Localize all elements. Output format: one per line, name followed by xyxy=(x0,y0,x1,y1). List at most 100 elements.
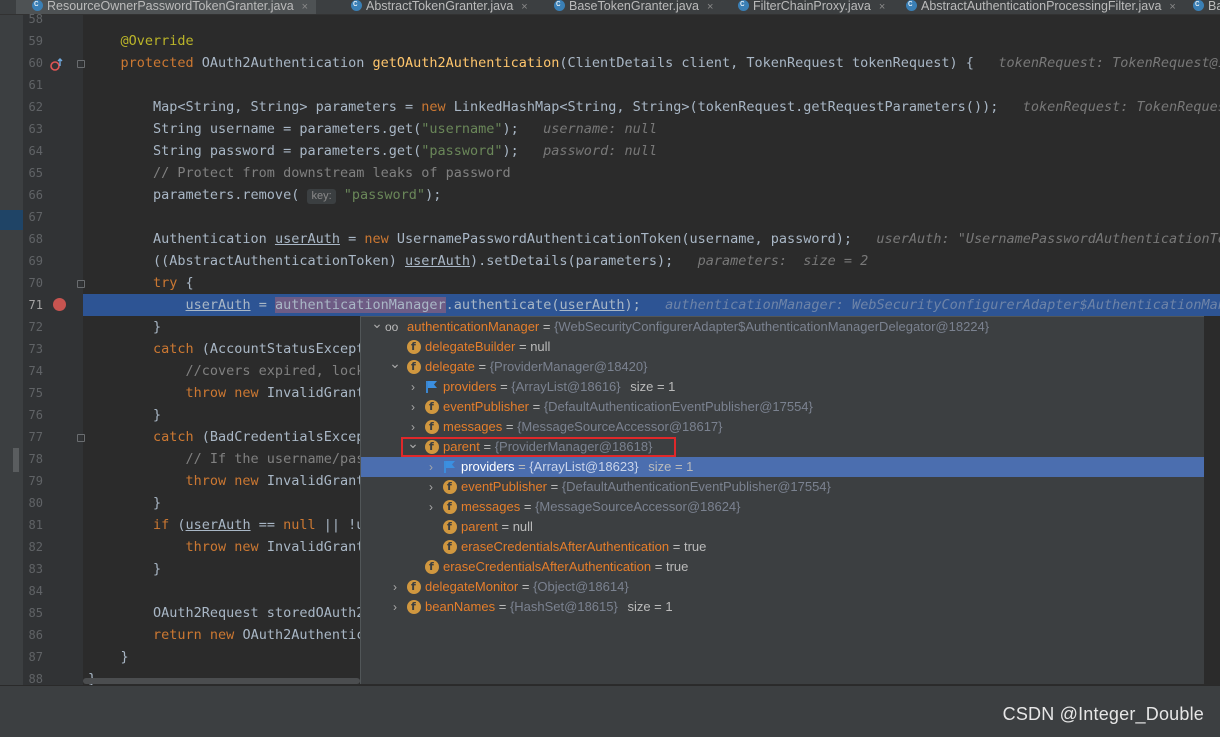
code-text: String password = parameters.get("passwo… xyxy=(88,143,657,159)
variable-name: messages xyxy=(443,419,503,434)
variable-name: providers xyxy=(443,379,497,394)
code-line[interactable]: 64 String password = parameters.get("pas… xyxy=(0,140,1220,162)
code-line[interactable]: 63 String username = parameters.get("use… xyxy=(0,118,1220,140)
code-text: } xyxy=(88,407,162,423)
line-number: 66 xyxy=(28,188,43,202)
code-line[interactable]: 61 xyxy=(0,74,1220,96)
code-line[interactable]: 60 protected OAuth2Authentication getOAu… xyxy=(0,52,1220,74)
line-number: 63 xyxy=(28,122,43,136)
code-line[interactable]: 65 // Protect from downstream leaks of p… xyxy=(0,162,1220,184)
code-text: throw new InvalidGrant xyxy=(88,473,365,489)
code-text: catch (AccountStatusExcept xyxy=(88,341,365,357)
chevron-down-icon[interactable]: ⌄ xyxy=(371,317,383,333)
chevron-right-icon[interactable]: › xyxy=(389,577,401,597)
debug-tree-node[interactable]: ⌄ delegate = {ProviderManager@18420} xyxy=(361,355,1204,377)
chevron-right-icon[interactable]: › xyxy=(407,397,419,417)
chevron-right-icon[interactable]: › xyxy=(425,457,437,477)
collection-size: size = 1 xyxy=(626,379,676,394)
equals-sign: = xyxy=(515,339,531,354)
debug-tree-node[interactable]: › providers = {ArrayList@18616} size = 1 xyxy=(361,377,1204,397)
variable-value: null xyxy=(512,519,533,534)
code-line[interactable]: 62 Map<String, String> parameters = new … xyxy=(0,96,1220,118)
code-text: try { xyxy=(88,275,194,291)
variable-name: providers xyxy=(461,459,515,474)
equals-sign: = xyxy=(529,399,544,414)
debug-tree-node[interactable]: parent = null xyxy=(361,517,1204,537)
code-line[interactable]: 68 Authentication userAuth = new Usernam… xyxy=(0,228,1220,250)
breakpoint-icon[interactable] xyxy=(53,298,66,311)
horizontal-scrollbar[interactable] xyxy=(83,678,360,684)
variable-value: {MessageSourceAccessor@18617} xyxy=(517,419,723,434)
debug-tree-node[interactable]: › eventPublisher = {DefaultAuthentication… xyxy=(361,397,1204,417)
debug-tree-node[interactable]: › providers = {ArrayList@18623} size = 1 xyxy=(361,457,1204,477)
field-icon xyxy=(407,577,421,597)
debug-tree-node[interactable]: delegateBuilder = null xyxy=(361,337,1204,357)
fold-icon[interactable] xyxy=(77,434,85,442)
line-number: 85 xyxy=(28,606,43,620)
code-line[interactable]: 66 parameters.remove( key: "password"); xyxy=(0,184,1220,206)
chevron-down-icon[interactable]: ⌄ xyxy=(389,353,401,373)
variable-value: null xyxy=(530,339,551,354)
code-text: String username = parameters.get("userna… xyxy=(88,121,657,137)
code-text: ((AbstractAuthenticationToken) userAuth)… xyxy=(88,253,869,269)
code-text: catch (BadCredentialsExcep xyxy=(88,429,365,445)
debug-node-text: eraseCredentialsAfterAuthentication = tr… xyxy=(443,557,688,577)
line-number: 80 xyxy=(28,496,43,510)
chevron-right-icon[interactable]: › xyxy=(425,477,437,497)
line-number: 84 xyxy=(28,584,43,598)
debug-tree-node[interactable]: › eventPublisher = {DefaultAuthentication… xyxy=(361,477,1204,497)
code-line[interactable]: 69 ((AbstractAuthenticationToken) userAu… xyxy=(0,250,1220,272)
watch-icon: oo xyxy=(385,320,399,334)
variable-value: {HashSet@18615} xyxy=(509,599,618,614)
line-number: 62 xyxy=(28,100,43,114)
debug-tree-node[interactable]: › delegateMonitor = {Object@18614} xyxy=(361,577,1204,597)
line-number: 74 xyxy=(28,364,43,378)
debug-tree-node[interactable]: ⌄ oo authenticationManager = {WebSecurityC… xyxy=(361,317,1204,337)
chevron-right-icon[interactable]: › xyxy=(389,597,401,617)
line-number: 68 xyxy=(28,232,43,246)
line-number: 75 xyxy=(28,386,43,400)
debug-node-text: eventPublisher = {DefaultAuthenticationE… xyxy=(461,477,831,497)
code-line[interactable]: 59 @Override xyxy=(0,30,1220,52)
code-line[interactable]: 58 xyxy=(0,8,1220,30)
line-number: 64 xyxy=(28,144,43,158)
equals-sign: = xyxy=(495,599,510,614)
line-number: 81 xyxy=(28,518,43,532)
debug-tree-node[interactable]: › messages = {MessageSourceAccessor@18624… xyxy=(361,497,1204,517)
equals-sign: = xyxy=(547,479,562,494)
fold-icon[interactable] xyxy=(77,60,85,68)
variable-value: {DefaultAuthenticationEventPublisher@175… xyxy=(543,399,813,414)
variable-value: true xyxy=(683,539,707,554)
code-text: Authentication userAuth = new UsernamePa… xyxy=(88,231,1220,247)
flag-icon xyxy=(426,380,438,394)
variable-value: {ArrayList@18623} xyxy=(529,459,639,474)
code-line[interactable]: 70 try { xyxy=(0,272,1220,294)
line-number: 67 xyxy=(28,210,43,224)
debug-tree-node[interactable]: ›messages = {MessageSourceAccessor@18617… xyxy=(361,417,1204,437)
chevron-right-icon[interactable]: › xyxy=(407,377,419,397)
equals-sign: = xyxy=(539,319,555,334)
field-icon xyxy=(425,397,439,417)
variable-name: eventPublisher xyxy=(443,399,529,414)
variable-value: {Object@18614} xyxy=(533,579,629,594)
chevron-right-icon[interactable]: › xyxy=(425,497,437,517)
code-line[interactable]: 71 userAuth = authenticationManager.auth… xyxy=(0,294,1220,316)
flag-icon xyxy=(444,460,456,474)
debug-node-text: delegateBuilder = null xyxy=(425,337,550,357)
debug-tree-node[interactable]: eraseCredentialsAfterAuthentication = tr… xyxy=(361,557,1204,577)
debug-tree-node[interactable]: › beanNames = {HashSet@18615} size = 1 xyxy=(361,597,1204,617)
fold-icon[interactable] xyxy=(77,280,85,288)
override-method-icon[interactable] xyxy=(50,57,63,71)
debug-tree-node[interactable]: eraseCredentialsAfterAuthentication = tr… xyxy=(361,537,1204,557)
debug-node-text: delegateMonitor = {Object@18614} xyxy=(425,577,629,597)
code-line[interactable]: 67 xyxy=(0,206,1220,228)
line-number: 73 xyxy=(28,342,43,356)
code-text: OAuth2Request storedOAuth2 xyxy=(88,605,365,621)
field-icon xyxy=(443,477,457,497)
debug-variables-popup[interactable]: ⌄ oo authenticationManager = {WebSecurityC… xyxy=(360,316,1204,684)
debug-node-text: eventPublisher = {DefaultAuthenticationE… xyxy=(443,397,813,417)
code-text: @Override xyxy=(88,33,194,49)
equals-sign: = xyxy=(520,499,536,514)
debug-node-text: messages = {MessageSourceAccessor@18617} xyxy=(443,417,723,437)
line-number: 71 xyxy=(28,298,43,312)
